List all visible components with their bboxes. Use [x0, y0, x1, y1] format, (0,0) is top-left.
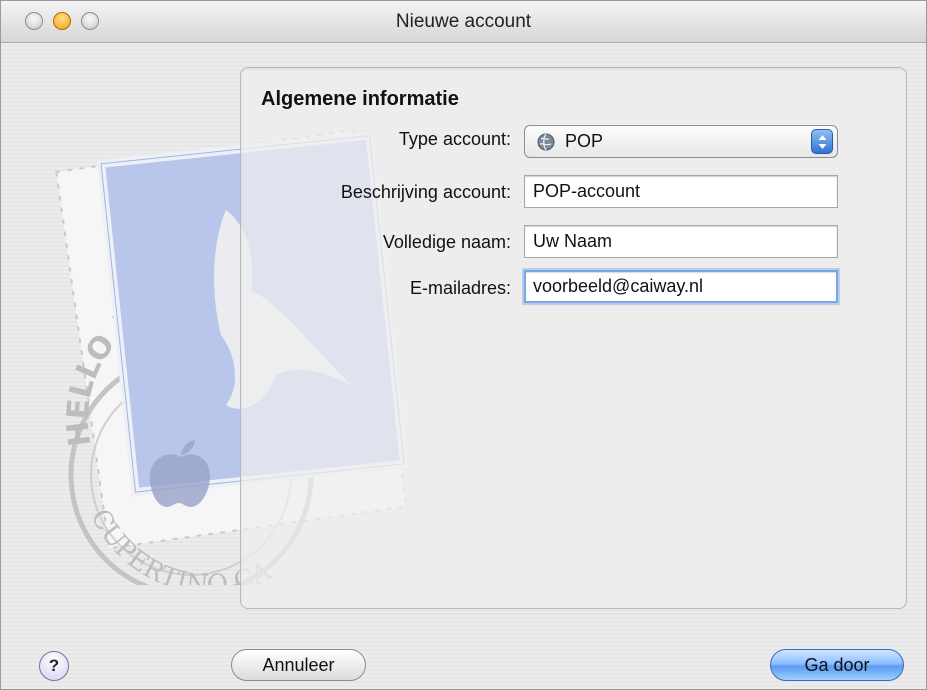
email-field[interactable]: voorbeeld@caiway.nl: [524, 270, 838, 303]
help-button[interactable]: ?: [39, 651, 69, 681]
window-title: Nieuwe account: [395, 11, 532, 32]
up-down-arrows-icon: [811, 129, 833, 154]
globe-icon: [537, 133, 555, 151]
section-title: Algemene informatie: [261, 88, 459, 110]
title-bar: Nieuwe account: [1, 1, 926, 43]
new-account-window: Nieuwe account HELLO FR CUPERTINO CA: [0, 0, 927, 690]
account-info-panel: Algemene informatie Type account: POP Be…: [240, 67, 907, 609]
continue-button[interactable]: Ga door: [770, 649, 904, 681]
type-account-label: Type account:: [398, 129, 511, 149]
full-name-field[interactable]: Uw Naam: [524, 225, 838, 258]
description-label: Beschrijving account:: [340, 182, 511, 202]
full-name-label: Volledige naam:: [382, 232, 511, 252]
window-content: HELLO FR CUPERTINO CA Algemene informati…: [1, 43, 926, 689]
account-type-value: POP: [565, 131, 604, 151]
description-field[interactable]: POP-account: [524, 175, 838, 208]
email-label: E-mailadres:: [409, 278, 511, 298]
cancel-button[interactable]: Annuleer: [231, 649, 366, 681]
account-type-popup[interactable]: POP: [524, 125, 838, 158]
